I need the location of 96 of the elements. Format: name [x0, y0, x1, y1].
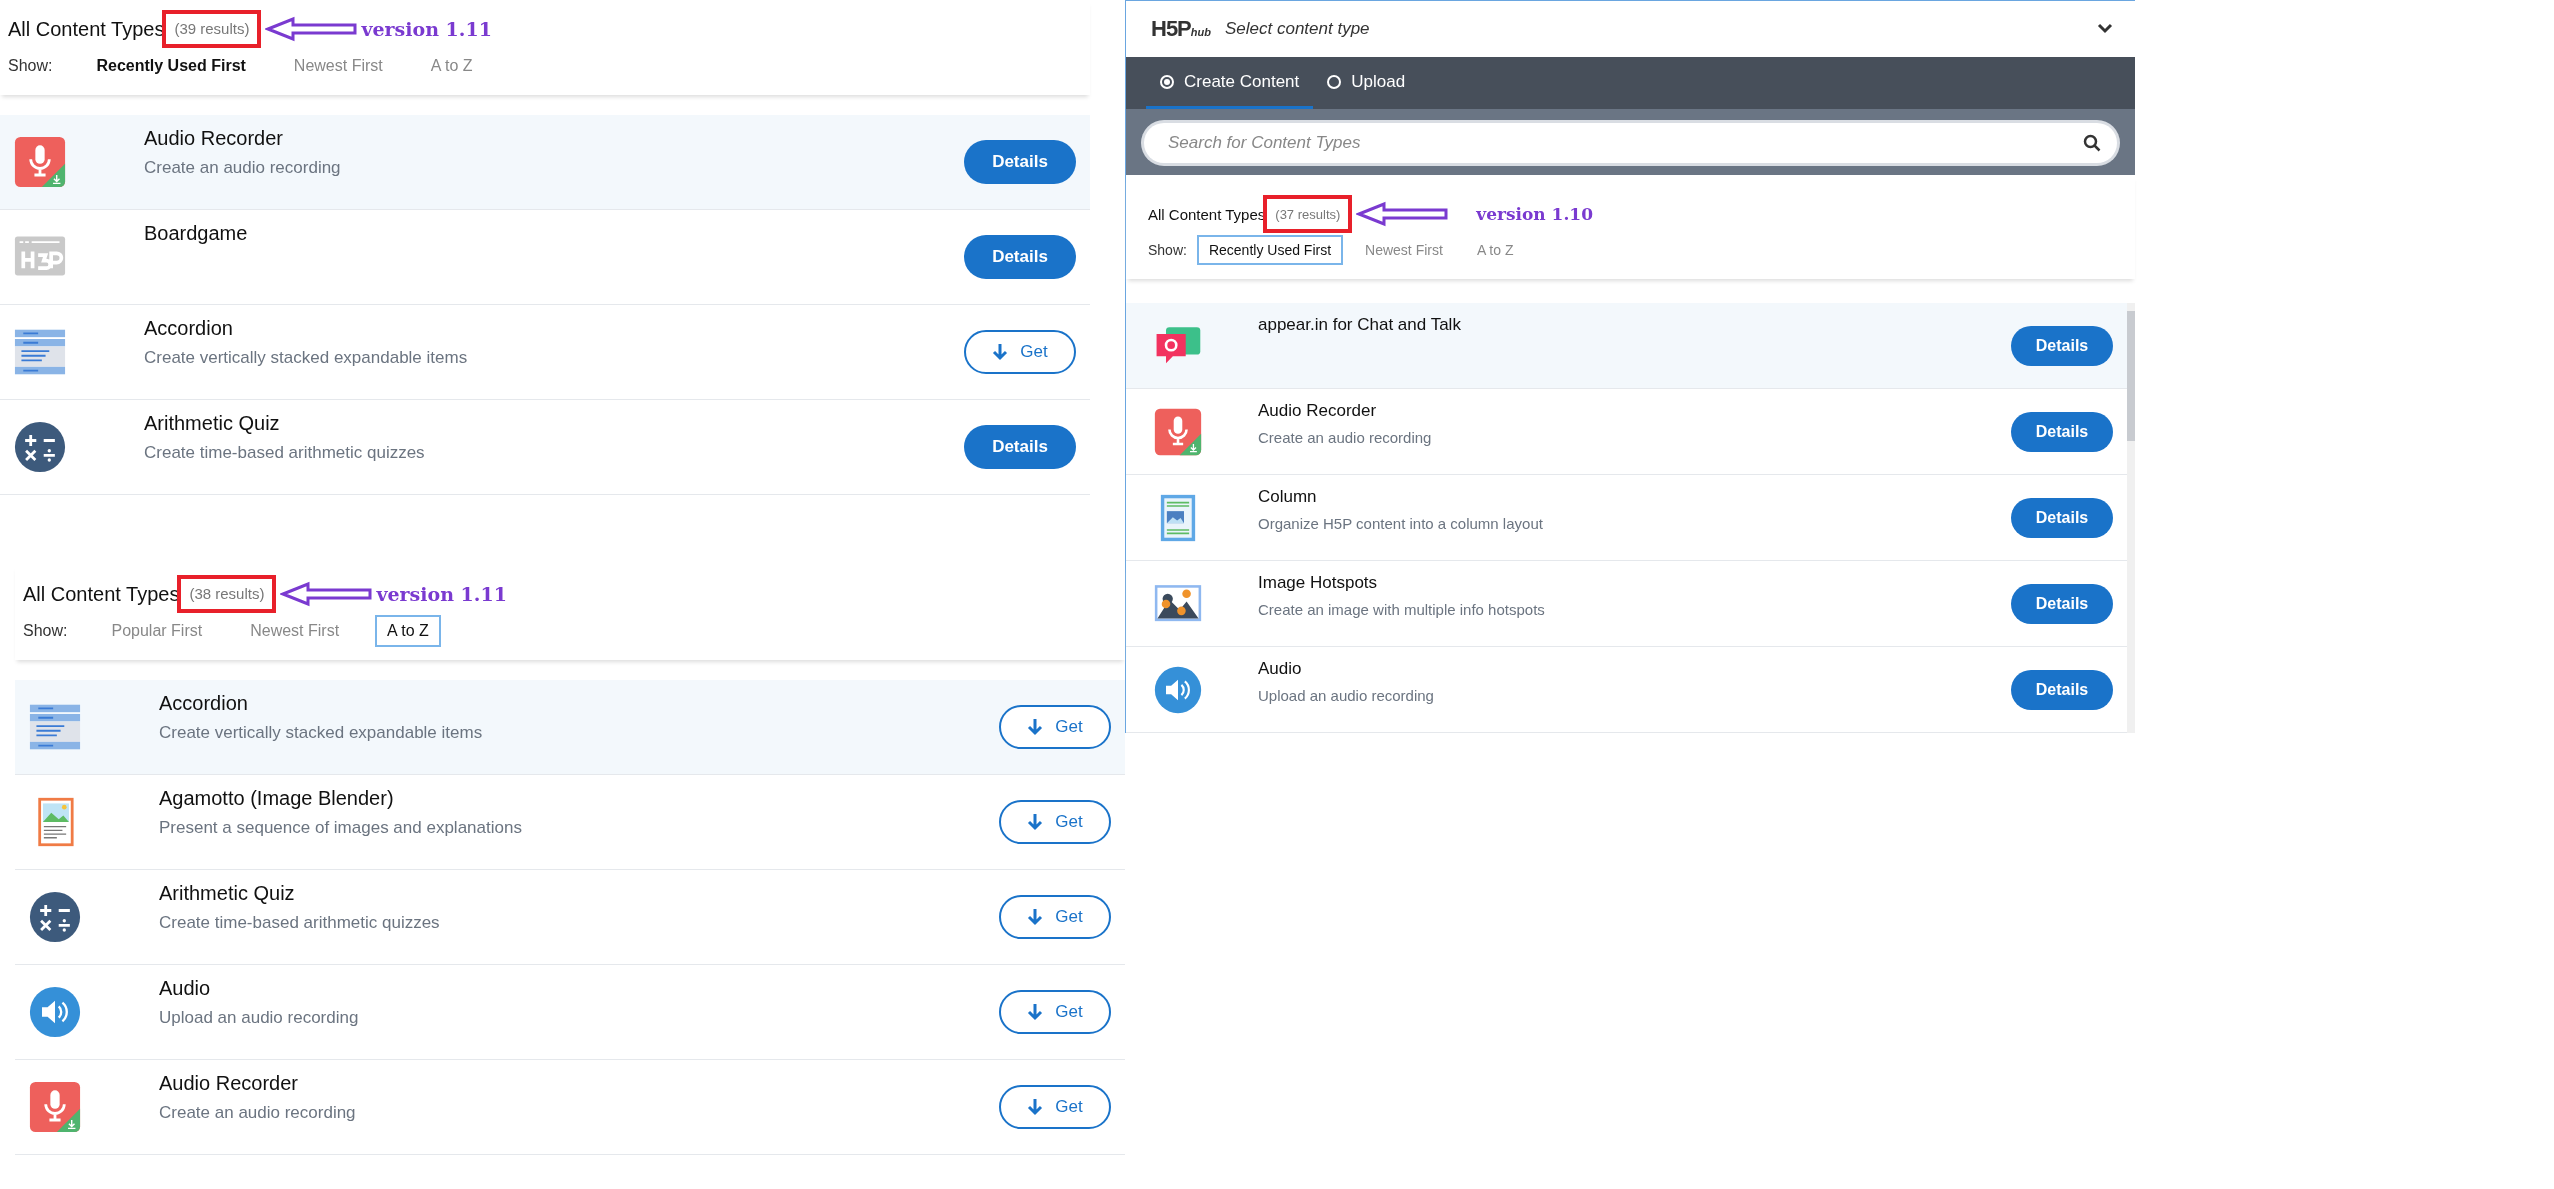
content-type-row[interactable]: Accordion Create vertically stacked expandable items Get: [0, 305, 1090, 400]
sort-option[interactable]: A to Z: [375, 615, 441, 647]
result-count: (39 results): [174, 20, 250, 37]
heading: All Content Types: [8, 17, 165, 41]
item-title: Audio Recorder: [1258, 401, 1378, 421]
content-type-row[interactable]: Accordion Create vertically stacked expandable items Get: [15, 680, 1125, 775]
content-type-row[interactable]: Arithmetic Quiz Create time-based arithmetic quizzes Get: [15, 870, 1125, 965]
sort-option[interactable]: A to Z: [1464, 235, 1526, 265]
speaker-icon: [1154, 665, 1202, 714]
item-title: Audio Recorder: [159, 1072, 299, 1095]
content-type-row[interactable]: Audio Recorder Create an audio recording Details: [0, 115, 1090, 210]
content-type-row[interactable]: Image Hotspots Create an image with multiple info hotspots Details: [1126, 561, 2127, 647]
logo: H5Phub: [1151, 16, 1211, 42]
download-arrow-icon: [1027, 813, 1044, 831]
content-type-row[interactable]: Boardgame Details: [0, 210, 1090, 305]
content-type-row[interactable]: appear.in for Chat and Talk Details: [1126, 303, 2127, 389]
sort-option[interactable]: Recently Used First: [1196, 235, 1344, 265]
download-arrow-icon: [1027, 1003, 1044, 1021]
item-title: appear.in for Chat and Talk: [1258, 315, 1462, 335]
item-title: Agamotto (Image Blender): [159, 787, 395, 810]
chevron-down-icon[interactable]: [2097, 23, 2113, 35]
radio-icon: [1327, 74, 1342, 89]
download-arrow-icon: [992, 343, 1009, 361]
item-title: Arithmetic Quiz: [144, 412, 281, 435]
item-title: Column: [1258, 487, 1318, 507]
get-button[interactable]: Get: [999, 895, 1111, 939]
item-description: Create an image with multiple info hotspots: [1258, 601, 1546, 618]
content-type-row[interactable]: Column Organize H5P content into a column layout Details: [1126, 475, 2127, 561]
sort-option[interactable]: Newest First: [281, 50, 395, 82]
content-type-row[interactable]: Audio Recorder Create an audio recording Get: [15, 1060, 1125, 1155]
item-title: Accordion: [159, 692, 249, 715]
sort-option[interactable]: Recently Used First: [84, 50, 258, 82]
item-description: Create an audio recording: [1258, 429, 1433, 446]
scrollbar[interactable]: [2127, 303, 2135, 733]
item-description: Organize H5P content into a column layout: [1258, 515, 1544, 532]
item-description: Create vertically stacked expandable items: [144, 348, 469, 368]
item-description: Create time-based arithmetic quizzes: [159, 913, 441, 933]
download-arrow-icon: [1027, 1098, 1044, 1116]
details-button[interactable]: Details: [2011, 669, 2113, 710]
show-label: Show:: [8, 57, 53, 75]
content-type-row[interactable]: Arithmetic Quiz Create time-based arithmetic quizzes Details: [0, 400, 1090, 495]
sort-option[interactable]: A to Z: [418, 50, 485, 82]
version-note: version 1.10: [1476, 204, 1594, 224]
get-button[interactable]: Get: [999, 1085, 1111, 1129]
content-type-row[interactable]: Audio Upload an audio recording Get: [15, 965, 1125, 1060]
item-title: Audio: [159, 977, 212, 1000]
get-button[interactable]: Get: [999, 800, 1111, 844]
microphone-icon: [29, 1081, 81, 1133]
item-title: Image Hotspots: [1258, 573, 1379, 593]
details-button[interactable]: Details: [2011, 411, 2113, 452]
dialog-title: Select content type: [1224, 19, 1371, 39]
speaker-icon: [29, 986, 81, 1038]
result-count: (37 results): [1275, 207, 1341, 222]
version-note: version 1.11: [361, 18, 492, 40]
download-arrow-icon: [1027, 908, 1044, 926]
search-icon[interactable]: [2083, 134, 2101, 152]
radio-icon: [1160, 74, 1174, 89]
content-type-row[interactable]: Audio Upload an audio recording Details: [1126, 647, 2127, 733]
item-title: Audio Recorder: [144, 127, 284, 150]
get-button[interactable]: Get: [999, 990, 1111, 1034]
item-description: Create vertically stacked expandable items: [159, 723, 484, 743]
sort-option[interactable]: Newest First: [238, 615, 352, 647]
heading: All Content Types: [23, 582, 180, 606]
get-button[interactable]: Get: [999, 705, 1111, 749]
details-button[interactable]: Details: [2011, 497, 2113, 538]
download-arrow-icon: [1027, 718, 1044, 736]
item-title: Audio: [1258, 659, 1303, 679]
result-count: (38 results): [189, 585, 265, 602]
item-description: Create time-based arithmetic quizzes: [144, 443, 426, 463]
item-title: Accordion: [144, 317, 234, 340]
sort-option[interactable]: Popular First: [99, 615, 215, 647]
search-field[interactable]: Search for Content Types: [1144, 123, 2117, 163]
item-description: Upload an audio recording: [1258, 687, 1435, 704]
content-type-row[interactable]: Agamotto (Image Blender) Present a sequence of images and explanations Get: [15, 775, 1125, 870]
details-button[interactable]: Details: [964, 235, 1076, 279]
details-button[interactable]: Details: [2011, 583, 2113, 624]
sort-option[interactable]: Newest First: [1353, 235, 1455, 265]
item-title: Arithmetic Quiz: [159, 882, 296, 905]
details-button[interactable]: Details: [2011, 325, 2113, 366]
item-title: Boardgame: [144, 222, 249, 245]
item-description: Create an audio recording: [159, 1103, 357, 1123]
item-description: Present a sequence of images and explanations: [159, 818, 523, 838]
details-button[interactable]: Details: [964, 425, 1076, 469]
content-type-row[interactable]: Audio Recorder Create an audio recording Details: [1126, 389, 2127, 475]
get-button[interactable]: Get: [964, 330, 1076, 374]
item-description: Create an audio recording: [144, 158, 342, 178]
calculation-signs-icon: [29, 891, 81, 943]
tab[interactable]: Upload: [1313, 57, 1420, 109]
details-button[interactable]: Details: [964, 140, 1076, 184]
microphone-icon: [14, 136, 66, 188]
item-description: Upload an audio recording: [159, 1008, 360, 1028]
calculation-signs-icon: [14, 421, 66, 473]
version-note: version 1.11: [376, 583, 507, 605]
show-label: Show:: [1148, 242, 1187, 258]
microphone-icon: [1154, 407, 1202, 456]
show-label: Show:: [23, 622, 68, 640]
